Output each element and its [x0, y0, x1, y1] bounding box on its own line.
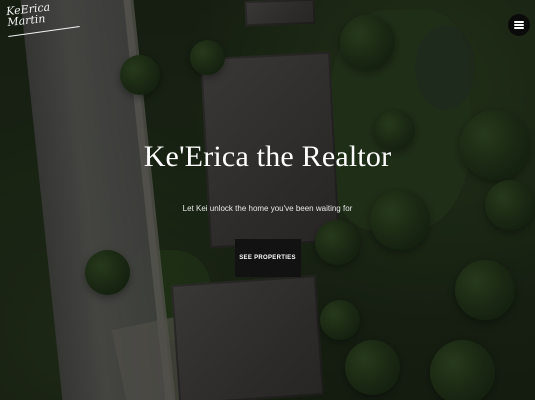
logo-text: KeErica Martin [5, 0, 51, 29]
hamburger-menu-icon [514, 21, 524, 29]
hero-subtitle: Let Kei unlock the home you've been wait… [182, 204, 353, 213]
hero-title: Ke'Erica the Realtor [143, 140, 392, 173]
hero-section: Ke'Erica the Realtor Let Kei unlock the … [0, 140, 535, 277]
site-logo[interactable]: KeErica Martin [6, 1, 88, 42]
menu-button[interactable] [508, 14, 530, 36]
see-properties-button[interactable]: SEE PROPERTIES [234, 239, 301, 277]
